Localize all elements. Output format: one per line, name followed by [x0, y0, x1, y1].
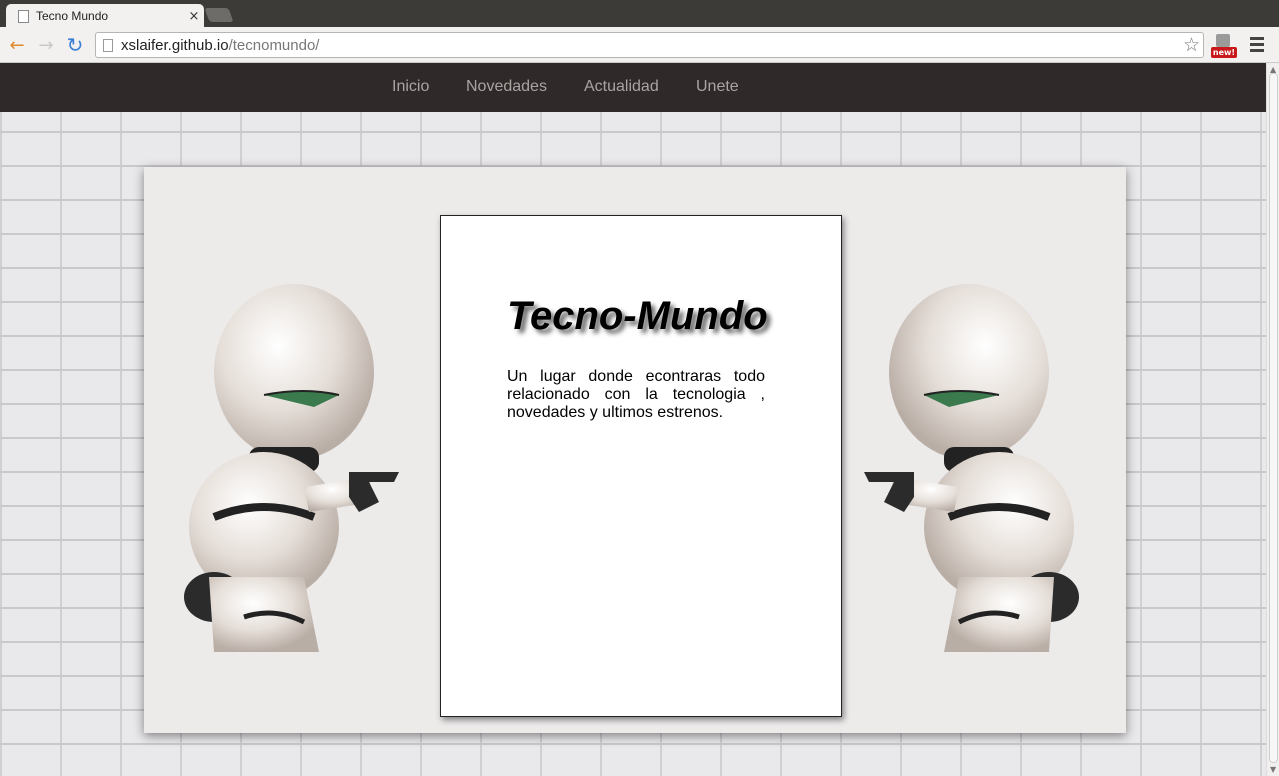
browser-tab[interactable]: Tecno Mundo × [6, 4, 204, 28]
page-icon [18, 9, 29, 23]
page-icon [103, 38, 113, 52]
intro-text: Un lugar donde econtraras todo relaciona… [507, 368, 765, 421]
site-navbar: Inicio Novedades Actualidad Unete [0, 63, 1266, 112]
back-arrow-icon[interactable]: ← [7, 35, 27, 56]
scrollbar-thumb[interactable] [1269, 73, 1278, 763]
url-path: /tecnomundo/ [228, 36, 320, 54]
browser-toolbar: ← → ↻ xslaifer.github.io/tecnomundo/ ☆ n… [0, 27, 1279, 63]
page-title: Tecno-Mundo [507, 294, 768, 338]
hamburger-menu-icon[interactable] [1250, 37, 1264, 53]
download-icon [1216, 34, 1230, 47]
extension-button[interactable]: new! [1211, 34, 1237, 58]
page-viewport: Inicio Novedades Actualidad Unete Tecno-… [0, 63, 1266, 776]
extension-badge: new! [1211, 47, 1237, 58]
tab-title: Tecno Mundo [36, 9, 109, 23]
nav-item-inicio[interactable]: Inicio [392, 78, 429, 96]
vertical-scrollbar[interactable]: ▲ ▼ [1266, 63, 1279, 776]
nav-item-unete[interactable]: Unete [696, 78, 739, 96]
scroll-down-icon[interactable]: ▼ [1270, 765, 1276, 774]
robot-illustration-right [864, 284, 1079, 652]
address-bar[interactable]: xslaifer.github.io/tecnomundo/ ☆ [95, 32, 1204, 58]
tab-close-icon[interactable]: × [184, 9, 204, 24]
reload-icon[interactable]: ↻ [65, 33, 85, 57]
browser-tab-bar: Tecno Mundo × [0, 0, 1279, 28]
star-icon[interactable]: ☆ [1183, 34, 1200, 56]
robot-illustration-left [184, 284, 399, 652]
nav-item-novedades[interactable]: Novedades [466, 78, 547, 96]
new-tab-button[interactable] [204, 8, 234, 22]
url-host: xslaifer.github.io [121, 36, 229, 54]
content-panel: Tecno-Mundo Un lugar donde econtraras to… [144, 167, 1126, 733]
intro-card: Tecno-Mundo Un lugar donde econtraras to… [440, 215, 842, 717]
forward-arrow-icon[interactable]: → [36, 35, 56, 56]
nav-item-actualidad[interactable]: Actualidad [584, 78, 659, 96]
